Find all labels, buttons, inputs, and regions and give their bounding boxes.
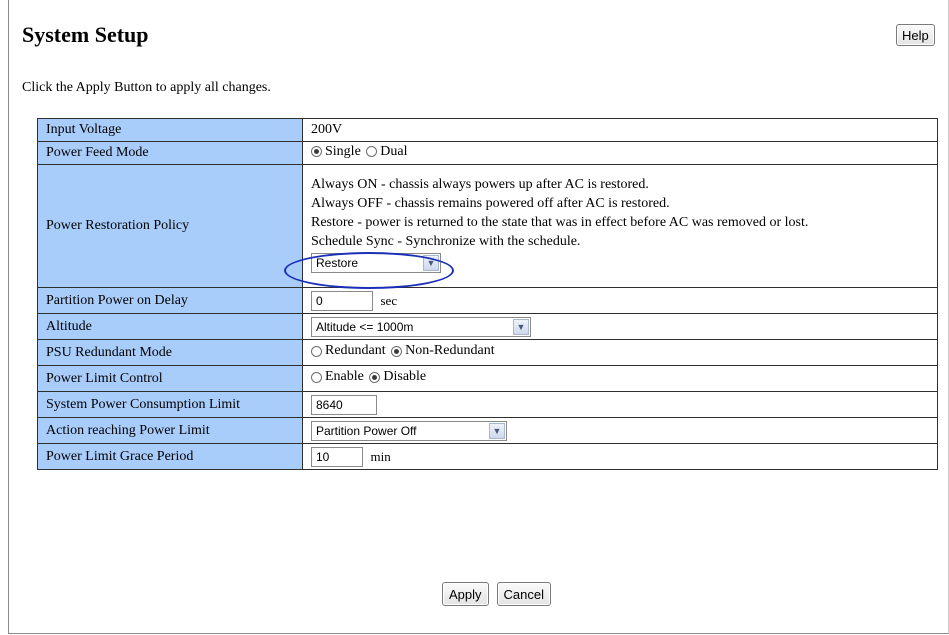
partition-power-on-delay-label: Partition Power on Delay <box>37 287 303 314</box>
altitude-select[interactable]: Altitude <= 1000m ▼ <box>311 316 531 337</box>
power-limit-grace-period-unit: min <box>370 448 391 464</box>
system-power-consumption-limit-value: 8640 <box>302 391 938 418</box>
psu-non-redundant-option[interactable]: Non-Redundant <box>391 343 495 359</box>
psu-non-redundant-label: Non-Redundant <box>405 343 495 359</box>
table-row: Power Limit Control Enable Disable <box>37 365 938 392</box>
radio-checked-icon[interactable] <box>311 146 322 158</box>
power-feed-single-option[interactable]: Single <box>311 144 361 160</box>
table-row: Power Restoration Policy Always ON - cha… <box>37 164 938 288</box>
settings-table: Input Voltage 200V Power Feed Mode Singl… <box>37 118 938 470</box>
cancel-button[interactable]: Cancel <box>496 582 551 606</box>
table-row: Power Limit Grace Period 10 min <box>37 443 938 470</box>
power-restoration-policy-select[interactable]: Restore ▼ <box>311 253 441 273</box>
table-row: Altitude Altitude <= 1000m ▼ <box>37 313 938 340</box>
table-row: PSU Redundant Mode Redundant Non-Redunda… <box>37 339 938 366</box>
instructions-text: Click the Apply Button to apply all chan… <box>22 80 271 95</box>
input-voltage-value: 200V <box>302 118 938 142</box>
power-restoration-policy-value: Always ON - chassis always powers up aft… <box>302 164 938 288</box>
power-limit-disable-label: Disable <box>383 369 427 385</box>
radio-unchecked-icon[interactable] <box>366 146 378 158</box>
power-limit-control-label: Power Limit Control <box>37 365 303 392</box>
power-feed-dual-label: Dual <box>380 143 408 159</box>
action-reaching-power-limit-value: Partition Power Off ▼ <box>302 417 938 444</box>
power-limit-grace-period-label: Power Limit Grace Period <box>37 443 303 470</box>
radio-checked-icon[interactable] <box>391 345 403 357</box>
altitude-label: Altitude <box>37 313 303 340</box>
table-row: Partition Power on Delay 0 sec <box>37 287 938 314</box>
power-limit-grace-period-input[interactable]: 10 <box>311 446 363 467</box>
policy-desc-schedule-sync: Schedule Sync - Synchronize with the sch… <box>311 234 581 249</box>
help-button[interactable]: Help <box>896 24 935 46</box>
chevron-down-icon[interactable]: ▼ <box>423 255 439 271</box>
power-feed-single-label: Single <box>325 143 361 159</box>
policy-desc-restore: Restore - power is returned to the state… <box>311 215 809 230</box>
power-limit-enable-option[interactable]: Enable <box>311 369 364 385</box>
chevron-down-icon[interactable]: ▼ <box>489 422 505 439</box>
radio-unchecked-icon[interactable] <box>311 371 322 383</box>
power-limit-disable-option[interactable]: Disable <box>369 369 426 385</box>
power-feed-mode-label: Power Feed Mode <box>37 141 303 165</box>
power-limit-control-value: Enable Disable <box>302 365 938 392</box>
psu-redundant-label: Redundant <box>325 343 386 359</box>
power-feed-mode-value: Single Dual <box>302 141 938 165</box>
altitude-selected: Altitude <= 1000m <box>316 319 414 334</box>
action-reaching-power-limit-selected: Partition Power Off <box>316 423 417 438</box>
power-restoration-policy-selected: Restore <box>316 255 359 270</box>
radio-checked-icon[interactable] <box>369 371 381 383</box>
action-reaching-power-limit-label: Action reaching Power Limit <box>37 417 303 444</box>
system-power-consumption-limit-label: System Power Consumption Limit <box>37 391 303 418</box>
table-row: Action reaching Power Limit Partition Po… <box>37 417 938 444</box>
form-actions: Apply Cancel <box>442 582 555 606</box>
table-row: Power Feed Mode Single Dual <box>37 141 938 165</box>
power-limit-enable-label: Enable <box>325 369 364 385</box>
input-voltage-label: Input Voltage <box>37 118 303 142</box>
altitude-value: Altitude <= 1000m ▼ <box>302 313 938 340</box>
table-row: Input Voltage 200V <box>37 118 938 142</box>
partition-power-on-delay-unit: sec <box>380 292 398 308</box>
table-row: System Power Consumption Limit 8640 <box>37 391 938 418</box>
psu-redundant-option[interactable]: Redundant <box>311 343 386 359</box>
policy-desc-always-on: Always ON - chassis always powers up aft… <box>311 177 649 192</box>
power-restoration-policy-label: Power Restoration Policy <box>37 164 303 288</box>
radio-unchecked-icon[interactable] <box>311 345 322 357</box>
apply-button[interactable]: Apply <box>442 582 489 606</box>
chevron-down-icon[interactable]: ▼ <box>513 318 529 335</box>
power-limit-grace-period-value: 10 min <box>302 443 938 470</box>
partition-power-on-delay-value: 0 sec <box>302 287 938 314</box>
system-power-consumption-limit-input[interactable]: 8640 <box>311 394 377 415</box>
power-feed-dual-option[interactable]: Dual <box>366 143 408 160</box>
action-reaching-power-limit-select[interactable]: Partition Power Off ▼ <box>311 420 507 441</box>
policy-desc-always-off: Always OFF - chassis remains powered off… <box>311 196 670 211</box>
page-title: System Setup <box>22 22 149 47</box>
psu-redundant-mode-value: Redundant Non-Redundant <box>302 339 938 366</box>
psu-redundant-mode-label: PSU Redundant Mode <box>37 339 303 366</box>
partition-power-on-delay-input[interactable]: 0 <box>311 290 373 311</box>
